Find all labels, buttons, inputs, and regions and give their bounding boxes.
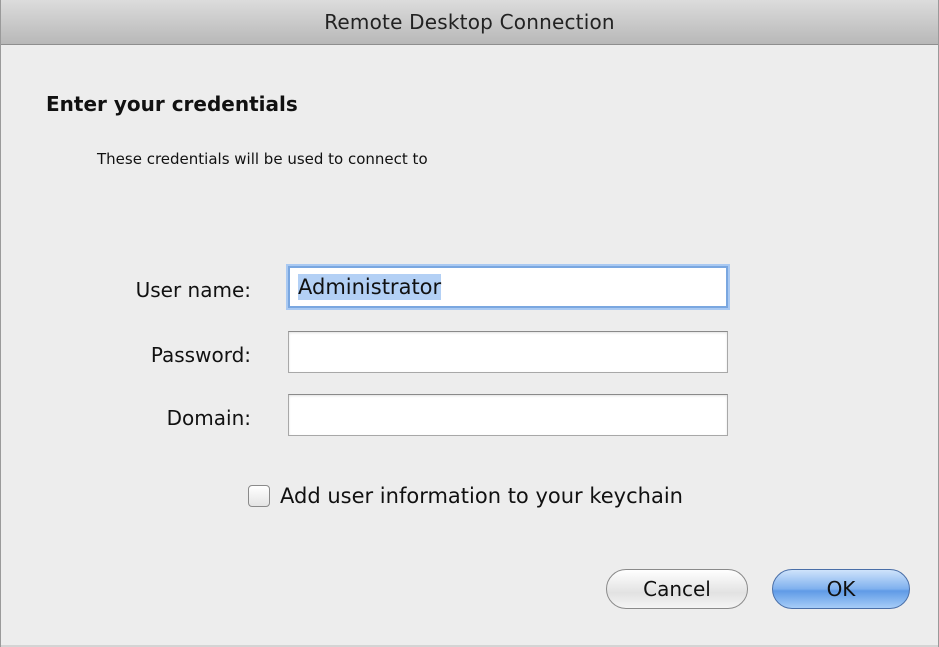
cancel-button-label: Cancel xyxy=(643,577,711,601)
keychain-label[interactable]: Add user information to your keychain xyxy=(280,484,683,508)
domain-label: Domain: xyxy=(166,406,251,430)
window-title: Remote Desktop Connection xyxy=(324,10,615,34)
dialog-window: Remote Desktop Connection Enter your cre… xyxy=(0,0,939,647)
ok-button-label: OK xyxy=(826,577,856,601)
keychain-option[interactable]: Add user information to your keychain xyxy=(248,484,683,508)
dialog-heading: Enter your credentials xyxy=(46,92,298,116)
dialog-subtext: These credentials will be used to connec… xyxy=(97,150,428,168)
password-field[interactable] xyxy=(288,331,728,373)
ok-button[interactable]: OK xyxy=(772,569,910,609)
domain-field[interactable] xyxy=(288,394,728,436)
title-bar[interactable]: Remote Desktop Connection xyxy=(1,0,938,45)
password-label: Password: xyxy=(150,343,251,367)
cancel-button[interactable]: Cancel xyxy=(606,569,748,609)
username-label: User name: xyxy=(135,278,251,302)
username-field[interactable]: Administrator xyxy=(288,266,728,308)
keychain-checkbox[interactable] xyxy=(248,485,270,507)
username-value: Administrator xyxy=(298,274,442,300)
